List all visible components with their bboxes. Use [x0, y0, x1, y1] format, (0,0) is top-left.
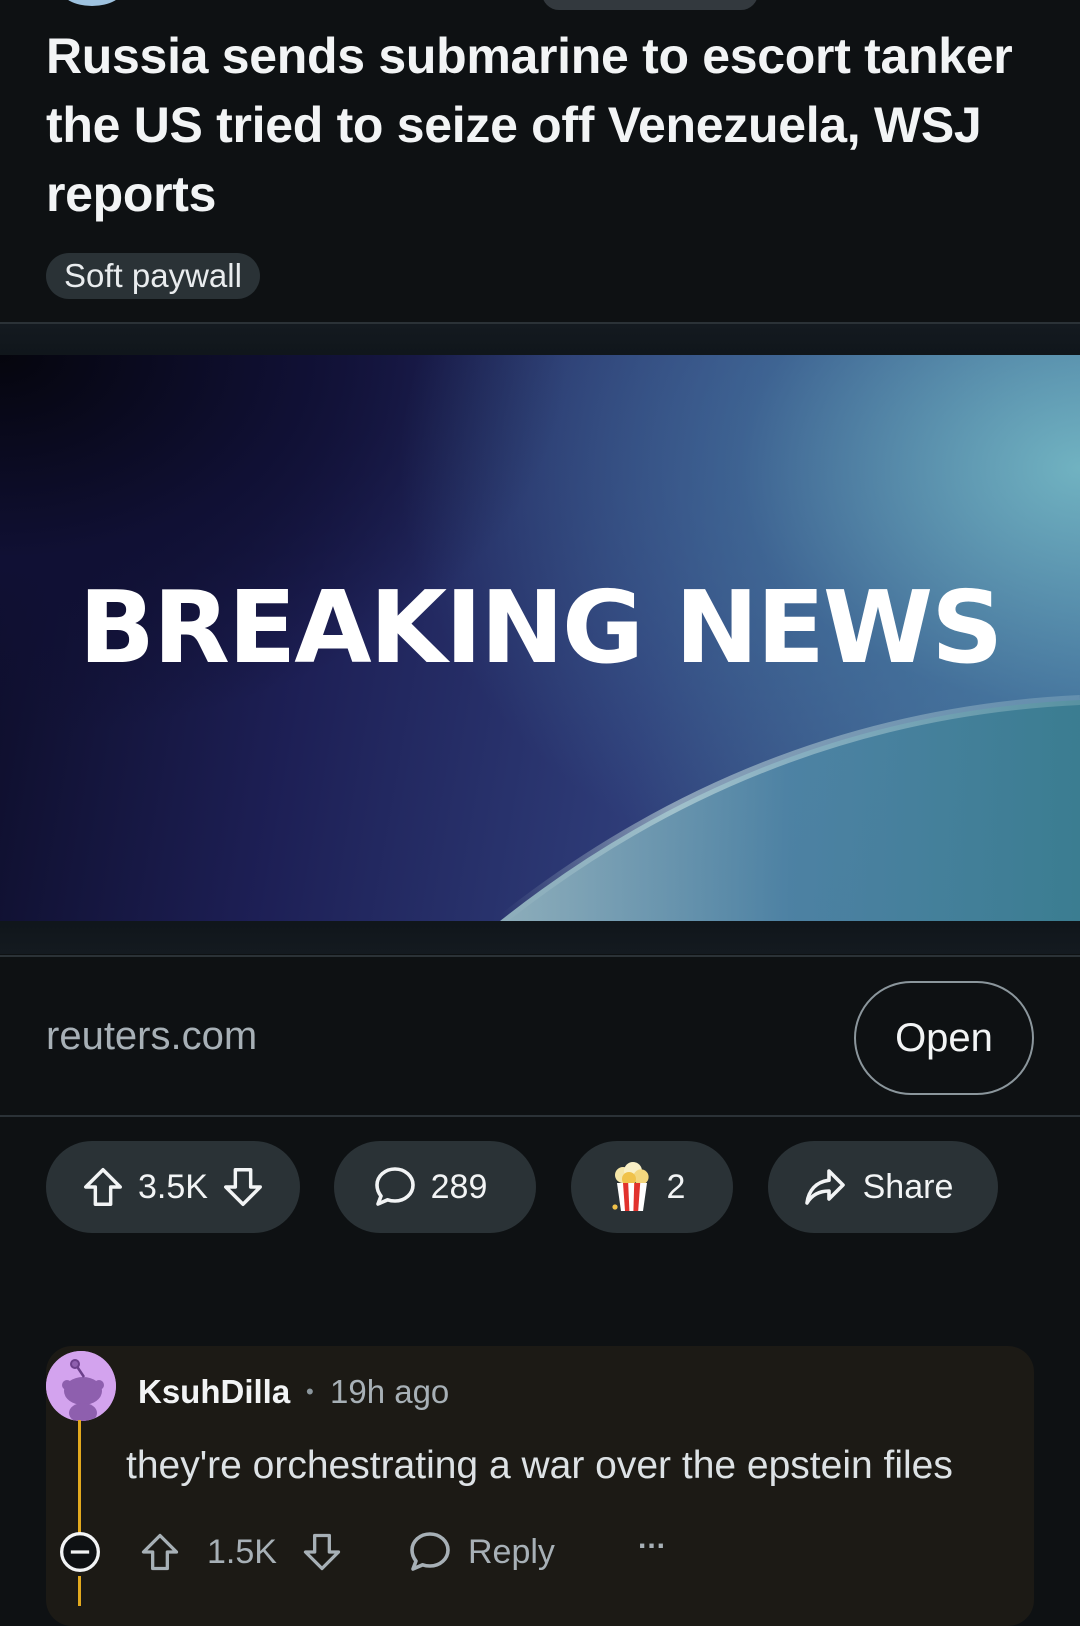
breaking-news-text: BREAKING NEWS: [78, 569, 1004, 686]
comment-timestamp: 19h ago: [330, 1373, 450, 1410]
comment-body: they're orchestrating a war over the eps…: [126, 1444, 953, 1487]
vote-pill: 3.5K: [46, 1141, 300, 1233]
comment-bubble-icon: [371, 1163, 419, 1211]
reply-button[interactable]: Reply: [406, 1528, 555, 1576]
award-button[interactable]: 2: [571, 1141, 733, 1233]
avatar[interactable]: [46, 1351, 116, 1421]
top-badge: [542, 0, 758, 10]
open-link-button[interactable]: Open: [854, 981, 1034, 1095]
snoo-avatar-icon: [46, 1351, 116, 1421]
divider: [0, 1115, 1080, 1117]
reply-icon: [410, 1532, 450, 1571]
thread-line[interactable]: [78, 1576, 81, 1606]
divider: [0, 955, 1080, 957]
award-count: 2: [666, 1167, 686, 1206]
post-title: Russia sends submarine to escort tanker …: [46, 28, 1013, 222]
share-button[interactable]: Share: [768, 1141, 998, 1233]
post-flair[interactable]: Soft paywall: [46, 253, 260, 299]
upvote-icon[interactable]: [80, 1164, 126, 1210]
reply-label: Reply: [468, 1532, 555, 1571]
link-preview-image[interactable]: BREAKING NEWS: [0, 355, 1080, 921]
post-action-bar: 3.5K 289 2 Share: [0, 1141, 1080, 1233]
clipped-header: [0, 0, 1080, 14]
downvote-icon[interactable]: [220, 1164, 266, 1210]
comment-author[interactable]: KsuhDilla: [138, 1370, 290, 1414]
comment-downvote-icon[interactable]: [300, 1530, 344, 1579]
share-icon: [801, 1163, 849, 1211]
comments-button[interactable]: 289: [334, 1141, 536, 1233]
comment-action-bar: 1.5K Reply ...: [0, 1522, 1080, 1579]
more-options-button[interactable]: ...: [638, 1522, 666, 1556]
comment-upvote-icon[interactable]: [138, 1530, 182, 1579]
popcorn-award-icon: [607, 1161, 655, 1213]
source-domain[interactable]: reuters.com: [46, 1010, 257, 1062]
meta-separator: •: [306, 1379, 314, 1404]
subreddit-avatar[interactable]: [60, 0, 124, 6]
share-label: Share: [862, 1167, 954, 1206]
comment-vote-count: 1.5K: [207, 1533, 277, 1571]
vote-count: 3.5K: [138, 1167, 208, 1206]
comment-count: 289: [430, 1167, 488, 1206]
collapse-thread-icon[interactable]: [58, 1530, 102, 1579]
thread-line[interactable]: [78, 1420, 81, 1540]
